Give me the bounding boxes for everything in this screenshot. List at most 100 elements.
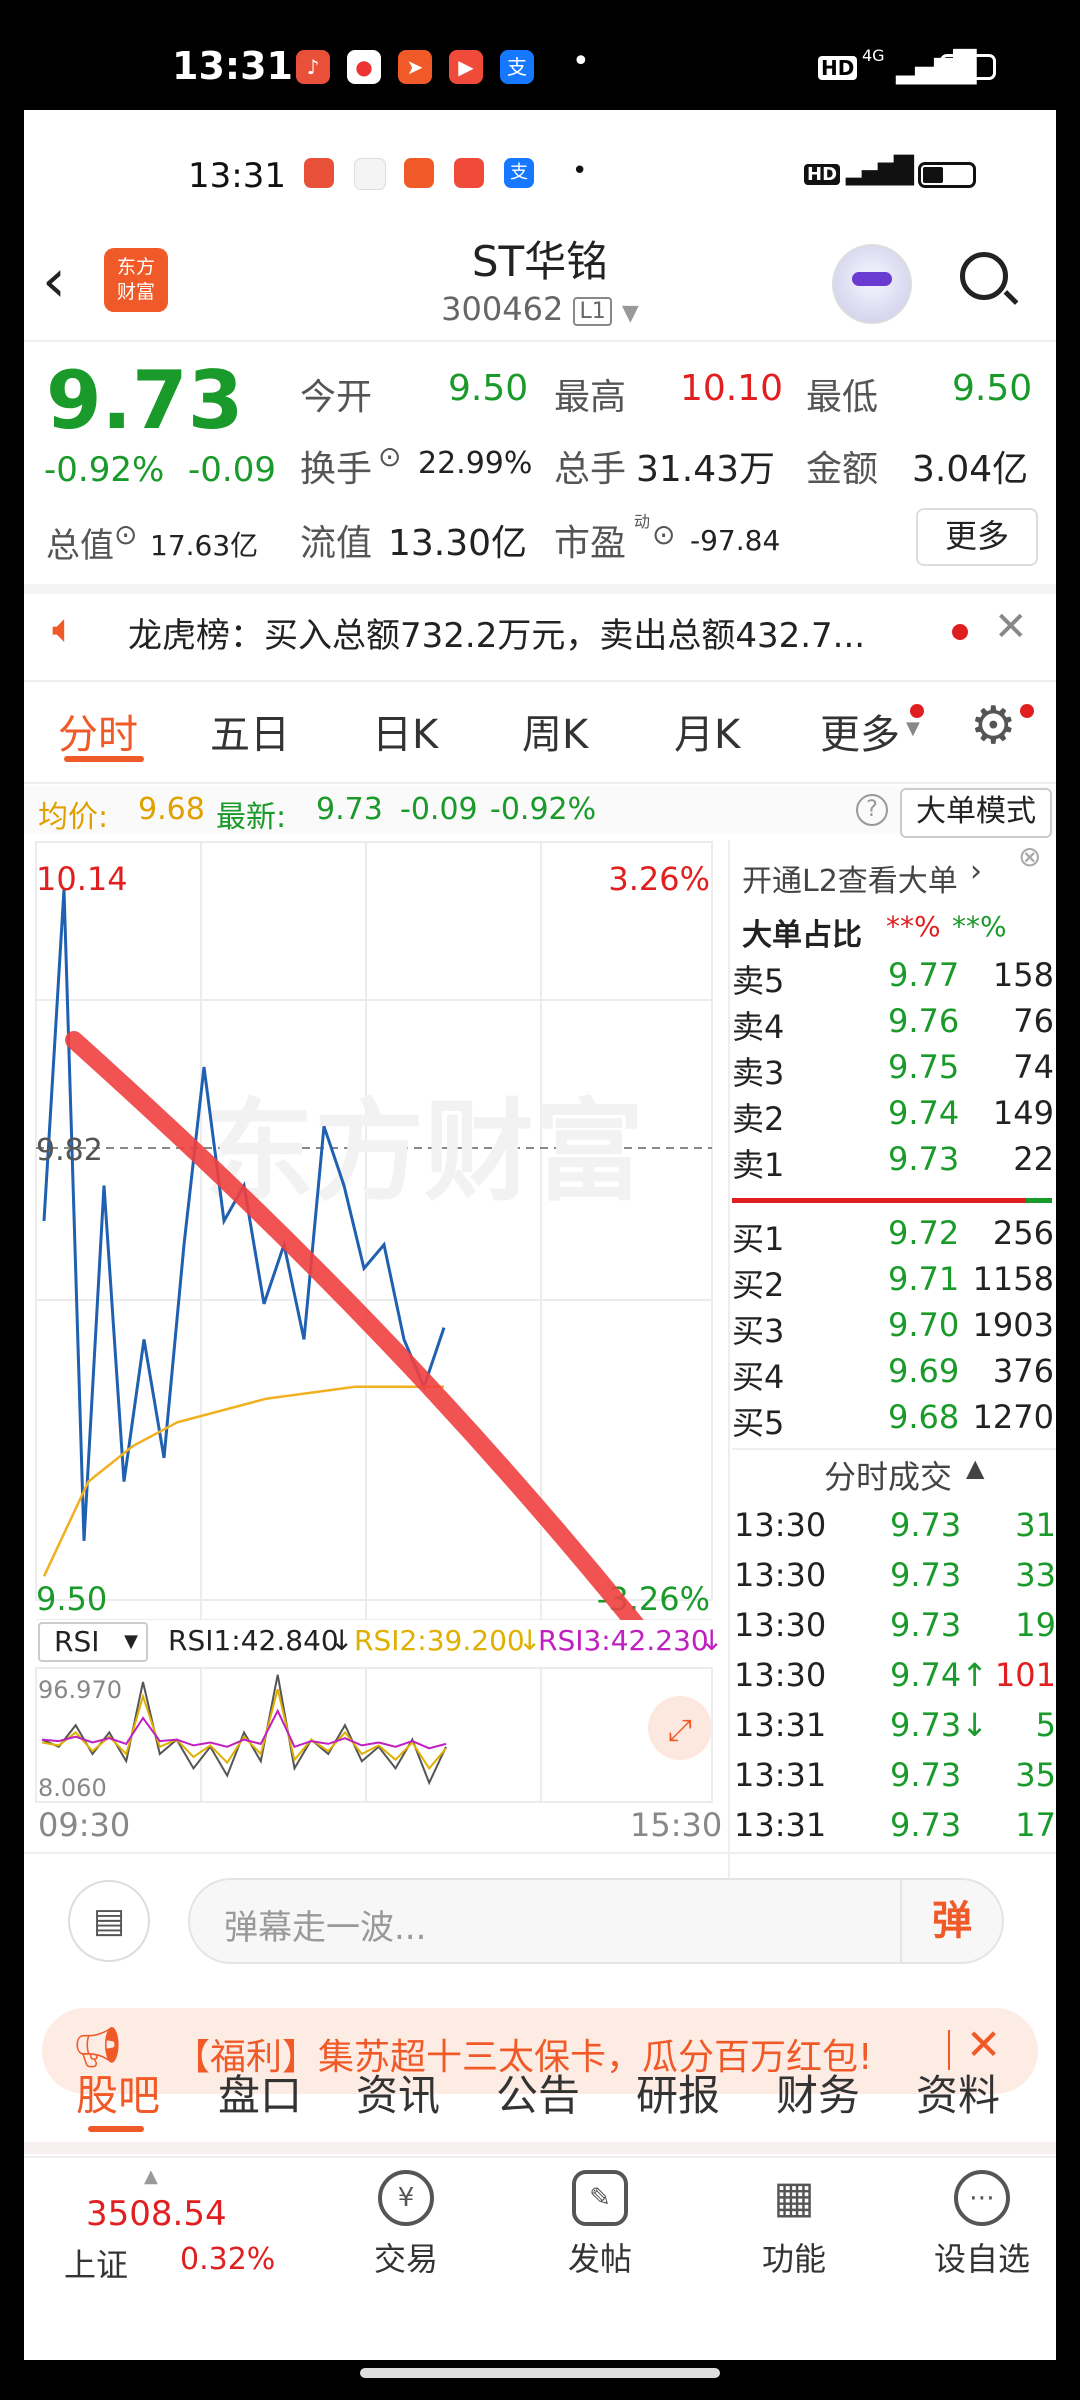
unread-dot	[1020, 704, 1034, 718]
order-volume: 376	[992, 1352, 1054, 1390]
order-volume: 256	[992, 1214, 1054, 1252]
robot-assistant-icon[interactable]	[832, 244, 912, 324]
signal-icon: ▂▄▆█	[846, 156, 914, 186]
nav-add-watchlist[interactable]: ⋯ 设自选	[902, 2170, 1056, 2280]
avg-label: 均价:	[38, 800, 109, 835]
down-arrow-icon: ↓	[700, 1624, 724, 1657]
change-amount: -0.09	[188, 450, 276, 490]
index-name[interactable]: 上证	[64, 2240, 128, 2286]
level-badge: L1	[573, 296, 612, 326]
high-label: 最高	[554, 377, 627, 418]
rsi3-value: RSI3:42.230	[538, 1624, 709, 1657]
paper-plane-app-icon	[404, 158, 434, 188]
trade-volume: 33	[1015, 1556, 1056, 1594]
unread-dot	[910, 704, 924, 718]
orderbook-row: 卖2 9.74 149	[732, 1094, 1056, 1140]
tab-guba[interactable]: 股吧	[76, 2062, 160, 2123]
big-order-ratio-label: 大单占比	[742, 918, 862, 953]
orderbook-row: 买4 9.69 376	[732, 1352, 1056, 1398]
tab-news[interactable]: 资讯	[356, 2062, 440, 2123]
chevron-down-icon: ▼	[906, 718, 920, 739]
orderbook-row: 卖3 9.75 74	[732, 1048, 1056, 1094]
info-icon[interactable]: ⊙	[378, 440, 401, 473]
rsi-bottom-label: 8.060	[38, 1774, 107, 1802]
volume-value: 31.43万	[636, 449, 776, 490]
tab-daily-k[interactable]: 日K	[372, 702, 438, 760]
order-level: 卖5	[732, 962, 785, 1000]
nav-trade-label: 交易	[373, 2240, 438, 2278]
indicator-select[interactable]: RSI ▼	[38, 1622, 148, 1662]
close-icon[interactable]: ⊗	[1018, 840, 1041, 873]
intraday-chart[interactable]: 东方财富 10.14 3.26% 9.82 9.50 -3.26%	[24, 840, 724, 1620]
tab-announcements[interactable]: 公告	[496, 2062, 580, 2123]
more-button[interactable]: 更多	[916, 508, 1038, 566]
nav-functions[interactable]: ▦ 功能	[714, 2170, 874, 2280]
ratio-green-value: **%	[952, 910, 1007, 943]
l2-promo-link[interactable]: 开通L2查看大单	[742, 856, 958, 900]
tab-intraday[interactable]: 分时	[58, 702, 138, 760]
map-app-icon: ●	[347, 50, 381, 84]
rsi1-value: RSI1:42.840	[168, 1624, 339, 1657]
order-price: 9.74	[888, 1094, 960, 1132]
rsi-chart[interactable]: 96.970 8.060 ⤢	[24, 1666, 724, 1806]
info-icon[interactable]: ⊙	[652, 518, 675, 551]
nav-trade[interactable]: ¥ 交易	[326, 2170, 486, 2280]
tab-five-day[interactable]: 五日	[210, 702, 290, 760]
dot-icon: •	[572, 156, 588, 186]
danmu-send-button[interactable]: 弹	[900, 1880, 1002, 1962]
trade-time: 13:31	[734, 1806, 827, 1844]
float-label: 流值	[300, 523, 373, 564]
trades-title[interactable]: 分时成交	[824, 1452, 952, 1498]
index-value[interactable]: 3508.54	[86, 2194, 227, 2234]
order-volume: 22	[1013, 1140, 1054, 1178]
low-value: 9.50	[952, 368, 1033, 409]
low-label: 最低	[806, 377, 879, 418]
trade-price: 9.73	[890, 1606, 962, 1644]
close-icon[interactable]: ✕	[994, 604, 1028, 650]
tab-monthly-k[interactable]: 月K	[674, 702, 740, 760]
tab-more[interactable]: 更多	[820, 702, 900, 760]
trade-volume: 17	[1015, 1806, 1056, 1844]
trade-time: 13:31	[734, 1756, 827, 1794]
tab-research[interactable]: 研报	[636, 2062, 720, 2123]
yen-icon: ¥	[378, 2170, 434, 2226]
order-volume: 149	[992, 1094, 1054, 1132]
order-level: 买1	[732, 1220, 785, 1258]
nav-functions-label: 功能	[761, 2240, 826, 2278]
alipay-app-icon: 支	[500, 50, 534, 84]
trade-price: 9.73↓	[890, 1706, 989, 1744]
trade-time: 13:30	[734, 1656, 827, 1694]
trade-time: 13:31	[734, 1706, 827, 1744]
info-icon[interactable]: ⊙	[114, 518, 137, 551]
settings-gear-icon[interactable]: ⚙	[970, 696, 1017, 756]
dragon-tiger-notice[interactable]: 龙虎榜：买入总额732.2万元，卖出总额432.7...	[128, 608, 928, 657]
search-icon[interactable]	[960, 252, 1019, 305]
tab-profile[interactable]: 资料	[916, 2062, 1000, 2123]
comment-list-icon[interactable]: ▤	[68, 1880, 150, 1962]
order-price: 9.76	[888, 1002, 960, 1040]
tab-underline	[88, 2126, 144, 2132]
tab-pankou[interactable]: 盘口	[218, 2062, 302, 2123]
amount-value: 3.04亿	[912, 449, 1029, 490]
sort-up-icon: ▲	[966, 1454, 985, 1482]
latest-label: 最新:	[216, 800, 287, 835]
order-level: 买2	[732, 1266, 785, 1304]
order-price: 9.75	[888, 1048, 960, 1086]
chevron-down-icon: ▼	[621, 301, 639, 326]
y-top-pct-label: 3.26%	[608, 860, 710, 898]
speaker-icon: 🔈︎	[52, 606, 76, 652]
home-indicator[interactable]	[360, 2368, 720, 2378]
y-top-label: 10.14	[36, 860, 128, 898]
chevron-up-icon: ▲	[144, 2166, 158, 2187]
tab-weekly-k[interactable]: 周K	[522, 702, 588, 760]
nav-post[interactable]: ✎ 发帖	[520, 2170, 680, 2280]
grid-icon: ▦	[773, 2172, 815, 2223]
tab-finance[interactable]: 财务	[776, 2062, 860, 2123]
orderbook-row: 买1 9.72 256	[732, 1214, 1056, 1260]
order-price: 9.69	[888, 1352, 960, 1390]
trade-volume: 101	[994, 1656, 1056, 1694]
help-icon[interactable]: ?	[856, 794, 888, 826]
big-order-mode-button[interactable]: 大单模式	[900, 788, 1052, 838]
pe-value: -97.84	[690, 524, 781, 557]
danmu-input-box[interactable]: 弹幕走一波... 弹	[188, 1878, 1004, 1964]
